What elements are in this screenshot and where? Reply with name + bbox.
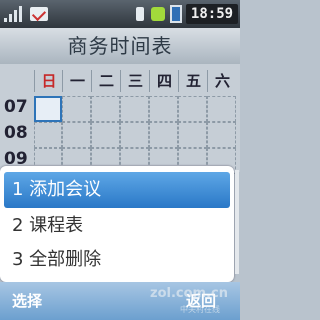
day-header-sat: 六 xyxy=(207,70,237,92)
alarm-icon xyxy=(136,7,144,21)
message-icon xyxy=(30,7,48,21)
vibrate-icon xyxy=(151,7,165,21)
schedule-cell[interactable] xyxy=(62,96,91,122)
schedule-cell[interactable] xyxy=(178,96,207,122)
schedule-cell[interactable] xyxy=(91,122,120,148)
schedule-cell[interactable] xyxy=(207,96,236,122)
menu-scrollbar[interactable] xyxy=(235,170,239,274)
day-header-thu: 四 xyxy=(149,70,179,92)
schedule-cell[interactable] xyxy=(120,122,149,148)
status-bar: 18:59 xyxy=(0,0,240,28)
menu-item-course-schedule[interactable]: 2 课程表 xyxy=(4,208,230,244)
day-header-wed: 三 xyxy=(120,70,150,92)
select-softkey[interactable]: 选择 xyxy=(12,290,42,311)
schedule-cell-selected[interactable] xyxy=(34,96,62,122)
watermark-subtext: 中关村在线 xyxy=(180,305,220,314)
watermark: zol.com.cn 中关村在线 xyxy=(150,282,240,320)
day-header-sun: 日 xyxy=(34,70,63,92)
schedule-grid: 日 一 二 三 四 五 六 07 08 09 xyxy=(0,64,240,174)
battery-icon xyxy=(170,5,182,23)
schedule-cell[interactable] xyxy=(62,122,91,148)
menu-item-delete-all[interactable]: 3 全部删除 xyxy=(4,242,230,278)
page-title: 商务时间表 xyxy=(0,28,240,64)
day-header-mon: 一 xyxy=(62,70,92,92)
watermark-text: zol.com.cn xyxy=(150,286,228,301)
schedule-cell[interactable] xyxy=(207,122,236,148)
menu-item-add-meeting[interactable]: 1 添加会议 xyxy=(4,172,230,208)
day-header-fri: 五 xyxy=(178,70,208,92)
schedule-cell[interactable] xyxy=(34,122,62,148)
hour-label: 08 xyxy=(4,123,28,143)
day-header-tue: 二 xyxy=(91,70,121,92)
schedule-cell[interactable] xyxy=(178,122,207,148)
status-time: 18:59 xyxy=(186,4,238,24)
schedule-cell[interactable] xyxy=(149,122,178,148)
signal-icon xyxy=(4,4,26,24)
schedule-cell[interactable] xyxy=(120,96,149,122)
schedule-cell[interactable] xyxy=(149,96,178,122)
schedule-cell[interactable] xyxy=(91,96,120,122)
options-menu: 1 添加会议 2 课程表 3 全部删除 xyxy=(0,166,234,282)
hour-label: 07 xyxy=(4,97,28,117)
